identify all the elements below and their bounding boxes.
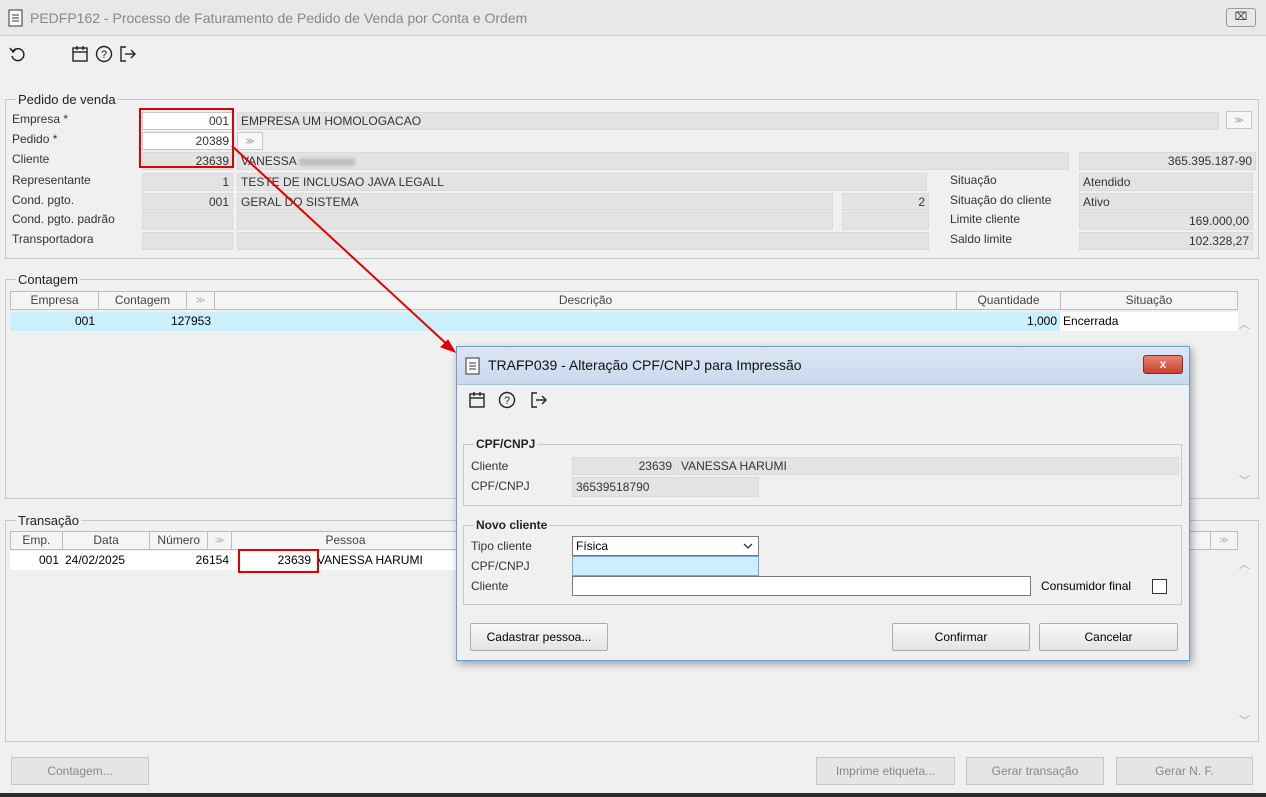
contagem-button[interactable]: Contagem...: [11, 757, 149, 785]
chevron-down-icon[interactable]: [743, 543, 753, 550]
novo-cliente-input[interactable]: [572, 576, 1031, 596]
calendar-icon[interactable]: [467, 390, 487, 410]
consumidor-final-checkbox[interactable]: [1152, 579, 1167, 594]
novo-cpf-label: CPF/CNPJ: [471, 559, 530, 573]
gerar-transacao-button[interactable]: Gerar transação: [966, 757, 1104, 785]
consumidor-final-label: Consumidor final: [1041, 579, 1132, 593]
document-icon: [465, 357, 480, 375]
cpf-dialog: TRAFP039 - Alteração CPF/CNPJ para Impre…: [456, 346, 1190, 661]
tipo-cliente-select[interactable]: Física: [572, 536, 759, 556]
gerar-nf-button[interactable]: Gerar N. F.: [1116, 757, 1253, 785]
dialog-title: TRAFP039 - Alteração CPF/CNPJ para Impre…: [488, 357, 802, 373]
cadastrar-pessoa-button[interactable]: Cadastrar pessoa...: [470, 623, 608, 651]
dialog-titlebar: TRAFP039 - Alteração CPF/CNPJ para Impre…: [457, 347, 1189, 385]
help-icon[interactable]: ?: [497, 390, 517, 410]
dlg-cliente-label: Cliente: [471, 459, 509, 473]
confirmar-button[interactable]: Confirmar: [892, 623, 1030, 651]
dlg-cliente-name-field: VANESSA HARUMI: [677, 457, 1179, 475]
exit-icon[interactable]: [529, 390, 549, 410]
novo-cliente-label: Cliente: [471, 579, 509, 593]
tipo-cliente-label: Tipo cliente: [471, 539, 532, 553]
novo-cliente-legend: Novo cliente: [474, 518, 550, 532]
imprime-etiqueta-button[interactable]: Imprime etiqueta...: [816, 757, 955, 785]
cpf-group-legend: CPF/CNPJ: [474, 437, 538, 451]
cpf-group: CPF/CNPJ: [463, 437, 1182, 506]
dlg-cpf-value-field: 36539518790: [572, 477, 759, 497]
dialog-close-button[interactable]: x: [1143, 355, 1183, 374]
svg-text:?: ?: [504, 395, 510, 407]
tipo-cliente-value: Física: [576, 539, 609, 553]
novo-cpf-input[interactable]: [572, 556, 759, 576]
window-bottom-edge: [0, 793, 1266, 797]
dlg-cliente-code-field: 23639: [572, 457, 676, 475]
cancelar-button[interactable]: Cancelar: [1039, 623, 1178, 651]
dlg-cpf-label: CPF/CNPJ: [471, 479, 530, 493]
